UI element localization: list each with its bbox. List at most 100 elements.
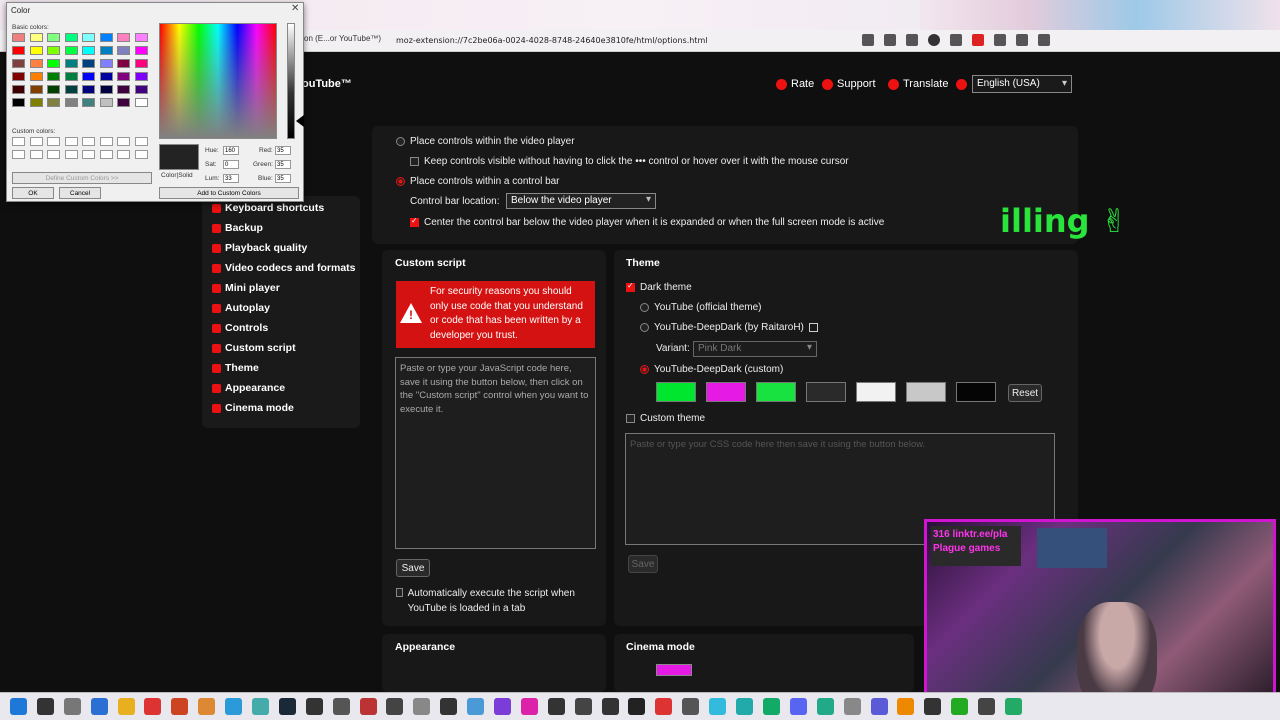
green-field[interactable]: 35 [275,160,291,169]
checkbox[interactable] [626,281,635,292]
sidebar-item-video-codecs[interactable]: Video codecs and formats [212,262,356,274]
url-text[interactable]: moz-extension://7c2be06a-0024-4028-8748-… [396,36,707,45]
rate-link[interactable]: Rate [776,78,814,90]
basic-color-cell[interactable] [47,72,60,81]
basic-color-cell[interactable] [47,98,60,107]
sidebar-item-controls[interactable]: Controls [212,322,268,334]
basic-color-cell[interactable] [82,59,95,68]
custom-color-cell[interactable] [134,150,148,159]
grid-icon[interactable] [994,34,1006,46]
basic-color-cell[interactable] [47,59,60,68]
checkbox[interactable] [626,414,635,423]
taskbar-app-icon[interactable] [547,698,565,715]
custom-color-cell[interactable] [29,137,43,146]
checkbox[interactable] [396,588,403,597]
ok-button[interactable]: OK [12,187,54,199]
custom-color-cell[interactable] [99,137,113,146]
basic-color-cell[interactable] [134,72,148,81]
option-deepdark[interactable]: YouTube-DeepDark (by RaitaroH) [640,322,818,333]
script-textarea[interactable]: Paste or type your JavaScript code here,… [395,357,596,549]
support-link[interactable]: Support [822,78,876,90]
custom-color-cell[interactable] [64,137,78,146]
external-link-icon[interactable] [808,323,818,332]
color-swatch[interactable] [956,382,996,402]
taskbar-app-icon[interactable] [225,698,243,715]
basic-color-cell[interactable] [134,98,148,107]
option-controls-in-player[interactable]: Place controls within the video player [396,136,575,147]
basic-color-cell[interactable] [47,85,60,94]
basic-color-cell[interactable] [99,85,113,94]
taskbar-app-icon[interactable] [897,698,915,715]
radio[interactable] [396,137,405,146]
taskbar-app-icon[interactable] [978,698,996,715]
taskbar-app-icon[interactable] [870,698,888,715]
basic-color-cell[interactable] [29,59,43,68]
define-custom-button[interactable]: Define Custom Colors >> [12,172,152,184]
custom-color-cell[interactable] [117,150,130,159]
basic-color-cell[interactable] [12,98,25,107]
basic-color-cell[interactable] [134,59,148,68]
sidebar-item-mini-player[interactable]: Mini player [212,282,280,294]
custom-color-cell[interactable] [117,137,130,146]
basic-color-cell[interactable] [134,85,148,94]
hue-field[interactable]: 160 [223,146,239,155]
custom-color-cell[interactable] [82,150,95,159]
taskbar-app-icon[interactable] [520,698,538,715]
taskbar-app-icon[interactable] [762,698,780,715]
taskbar-app-icon[interactable] [709,698,727,715]
custom-color-cell[interactable] [29,150,43,159]
tab-title[interactable]: tion (E...or YouTube™) [300,34,390,48]
taskbar-app-icon[interactable] [359,698,377,715]
sidebar-item-playback-quality[interactable]: Playback quality [212,242,307,254]
taskbar-app-icon[interactable] [252,698,270,715]
download-icon[interactable] [906,34,918,46]
basic-color-cell[interactable] [134,46,148,55]
basic-color-cell[interactable] [29,46,43,55]
lum-field[interactable]: 33 [223,174,239,183]
taskbar-app-icon[interactable] [816,698,834,715]
custom-color-cell[interactable] [47,137,60,146]
option-custom-theme[interactable]: Custom theme [626,413,705,424]
option-deepdark-custom[interactable]: YouTube-DeepDark (custom) [640,364,783,375]
checkbox[interactable] [410,216,419,227]
radio[interactable] [640,323,649,332]
color-swatch[interactable] [756,382,796,402]
language-select[interactable]: English (USA) [972,75,1072,93]
taskbar-app-icon[interactable] [494,698,512,715]
basic-color-cell[interactable] [82,33,95,42]
taskbar-app-icon[interactable] [843,698,861,715]
luminance-slider[interactable] [287,23,295,139]
custom-color-cell[interactable] [12,150,25,159]
camera-icon[interactable] [1038,34,1050,46]
sidebar-item-appearance[interactable]: Appearance [212,382,285,394]
add-custom-colors-button[interactable]: Add to Custom Colors [159,187,299,199]
taskbar-app-icon[interactable] [440,698,458,715]
basic-color-cell[interactable] [82,46,95,55]
option-control-bar[interactable]: Place controls within a control bar [396,176,560,187]
option-center-bar[interactable]: Center the control bar below the video p… [410,216,884,228]
taskbar-app-icon[interactable] [682,698,700,715]
taskbar-app-icon[interactable] [10,698,27,715]
taskbar-app-icon[interactable] [117,698,135,715]
basic-color-cell[interactable] [64,59,78,68]
basic-color-cell[interactable] [29,98,43,107]
sidebar-item-keyboard-shortcuts[interactable]: Keyboard shortcuts [212,202,324,214]
close-icon[interactable]: ✕ [291,3,299,14]
reset-button[interactable]: Reset [1008,384,1042,402]
basic-color-cell[interactable] [29,33,43,42]
basic-color-cell[interactable] [64,98,78,107]
taskbar-app-icon[interactable] [278,698,296,715]
color-swatch[interactable] [856,382,896,402]
basic-color-cell[interactable] [12,33,25,42]
option-keep-visible[interactable]: Keep controls visible without having to … [410,156,849,167]
basic-color-cell[interactable] [12,72,25,81]
sidebar-item-theme[interactable]: Theme [212,362,259,374]
red-field[interactable]: 35 [275,146,291,155]
basic-color-cell[interactable] [82,85,95,94]
sat-field[interactable]: 0 [223,160,239,169]
basic-color-cell[interactable] [99,33,113,42]
basic-color-cell[interactable] [134,33,148,42]
basic-color-cell[interactable] [29,72,43,81]
custom-color-cell[interactable] [12,137,25,146]
save-css-button[interactable]: Save [628,555,658,573]
